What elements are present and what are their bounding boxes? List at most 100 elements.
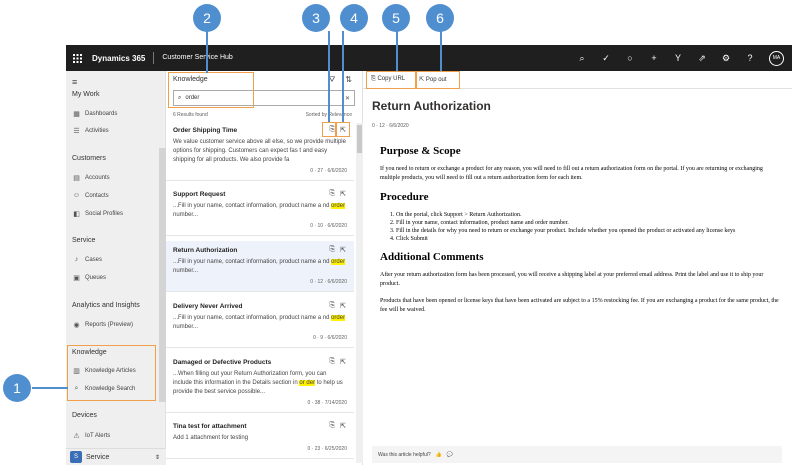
area-switcher[interactable]: S Service ⇕	[66, 448, 166, 465]
brand-name[interactable]: Dynamics 365	[88, 54, 153, 63]
result-meta: 0 · 12 · 6/6/2020	[310, 279, 347, 285]
popout-icon[interactable]: ⇱	[340, 302, 346, 310]
top-icons: ⌕ ✓ ○ + Y ⇗ ⚙ ? MA	[577, 50, 792, 66]
lightbulb-icon[interactable]: ○	[625, 53, 635, 63]
avatar[interactable]: MA	[769, 50, 784, 66]
result-title: Order Shipping Time	[173, 127, 238, 134]
comment-icon[interactable]: 💬	[447, 452, 453, 458]
sitemap-sidebar: ≡ My Work ▦ Dashboards ☰ Activities Custom…	[66, 71, 166, 465]
result-snippet: ...When filling out your Return Authoriz…	[173, 371, 343, 395]
filter-icon[interactable]: ⛛	[329, 75, 336, 85]
list-item-selected[interactable]: Return Authorization ⎘ ⇱ ...Fill in your …	[166, 241, 354, 292]
result-meta: 0 · 10 · 6/6/2020	[310, 223, 347, 229]
step: On the portal, click Support > Return Au…	[396, 211, 780, 219]
helpful-label: Was this article helpful?	[378, 451, 431, 458]
activities-icon: ☰	[73, 128, 80, 135]
callout-6: 6	[426, 4, 454, 32]
highlight-box-copy-link	[322, 122, 336, 137]
copy-link-icon[interactable]: ⎘	[330, 422, 336, 430]
copy-link-icon[interactable]: ⎘	[330, 246, 336, 254]
result-title: Damaged or Defective Products	[173, 359, 272, 366]
section-devices: Devices	[72, 412, 97, 419]
help-icon[interactable]: ?	[745, 53, 755, 63]
copy-link-icon[interactable]: ⎘	[330, 190, 336, 198]
filter-icon[interactable]: Y	[673, 53, 683, 63]
popout-icon[interactable]: ⇱	[340, 190, 346, 198]
callout-4: 4	[340, 4, 368, 32]
copy-link-icon[interactable]: ⎘	[330, 358, 336, 366]
app-launcher-icon[interactable]	[66, 45, 88, 71]
settings-icon[interactable]: ⚙	[721, 53, 731, 64]
app-name[interactable]: Customer Service Hub	[153, 52, 233, 64]
thumbs-up-icon[interactable]: 👍	[436, 452, 442, 458]
copy-link-icon[interactable]: ⎘	[330, 302, 336, 310]
sidebar-item-iot-alerts[interactable]: ⚠ IoT Alerts	[72, 432, 110, 440]
step: Fill in the details for why you need to …	[396, 227, 780, 235]
sidebar-item-accounts[interactable]: ▤ Accounts	[72, 174, 110, 182]
list-item[interactable]: Support Request ⎘ ⇱ ...Fill in your name,…	[166, 185, 354, 236]
callout-line	[206, 31, 208, 73]
search-icon[interactable]: ⌕	[577, 53, 587, 64]
callout-line	[396, 31, 398, 71]
sidebar-item-dashboards[interactable]: ▦ Dashboards	[72, 110, 117, 118]
sort-icon[interactable]: ⇅	[345, 75, 352, 85]
results-scrollbar[interactable]	[356, 123, 363, 463]
sidebar-item-reports[interactable]: ◉ Reports (Preview)	[72, 321, 133, 329]
callout-line	[440, 31, 442, 71]
sidebar-item-social-profiles[interactable]: ◧ Social Profiles	[72, 210, 123, 218]
result-meta: 0 · 9 · 6/6/2020	[313, 335, 347, 341]
panel-tools: ⛛ ⇅	[329, 75, 352, 85]
step: Click Submit	[396, 235, 780, 243]
sidebar-item-cases[interactable]: ♪ Cases	[72, 256, 102, 263]
result-title: Tina test for attachment	[173, 423, 247, 430]
dashboard-icon: ▦	[73, 111, 80, 118]
social-icon: ◧	[73, 211, 80, 218]
sidebar-item-contacts[interactable]: ☺ Contacts	[72, 192, 109, 199]
reports-icon: ◉	[73, 322, 80, 329]
paragraph-comments-2: Products that have been opened or licens…	[380, 298, 779, 313]
result-title: Delivery Never Arrived	[173, 303, 243, 310]
section-analytics: Analytics and Insights	[72, 302, 140, 309]
result-meta: 0 · 38 · 7/14/2020	[307, 400, 347, 406]
scrollbar-thumb[interactable]	[357, 125, 362, 153]
popout-icon[interactable]: ⇱	[340, 358, 346, 366]
iot-icon: ⚠	[73, 433, 80, 440]
assistant-icon[interactable]: ⇗	[697, 53, 707, 64]
callout-1: 1	[3, 374, 31, 402]
task-icon[interactable]: ✓	[601, 53, 611, 64]
callout-line	[342, 31, 344, 122]
results-list: Order Shipping Time ⎘ ⇱ We value customer…	[166, 121, 356, 461]
list-item[interactable]: Damaged or Defective Products ⎘ ⇱ ...When…	[166, 353, 354, 413]
sidebar-scrollbar[interactable]	[159, 148, 166, 402]
result-snippet: ...Fill in your name, contact informatio…	[173, 259, 346, 274]
article-title: Return Authorization	[372, 99, 491, 113]
callout-3: 3	[302, 4, 330, 32]
section-my-work: My Work	[72, 91, 100, 98]
result-title: Return Authorization	[173, 247, 238, 254]
article-meta: 0 · 12 · 6/6/2020	[372, 123, 409, 129]
cases-icon: ♪	[74, 256, 79, 263]
hamburger-icon[interactable]: ≡	[72, 77, 77, 87]
list-item[interactable]: Tina test for attachment ⎘ ⇱ Add 1 attach…	[166, 417, 354, 459]
paragraph-comments-1: After your return authorization form has…	[380, 272, 764, 287]
result-meta: 0 · 27 · 6/6/2020	[310, 168, 347, 174]
result-meta: 0 · 23 · 6/25/2020	[307, 446, 347, 452]
list-item[interactable]: Delivery Never Arrived ⎘ ⇱ ...Fill in you…	[166, 297, 354, 348]
callout-5: 5	[382, 4, 410, 32]
paragraph-purpose: If you need to return or exchange a prod…	[380, 166, 763, 181]
chevron-updown-icon: ⇕	[154, 454, 160, 461]
top-nav-bar: Dynamics 365 Customer Service Hub ⌕ ✓ ○ …	[66, 45, 792, 71]
area-label: Service	[86, 453, 110, 461]
popout-icon[interactable]: ⇱	[340, 422, 346, 430]
highlight-box-popout	[336, 122, 350, 137]
sidebar-item-queues[interactable]: ▣ Queues	[72, 274, 106, 282]
popout-icon[interactable]: ⇱	[340, 246, 346, 254]
highlight-box-pop-out	[416, 71, 460, 89]
plus-icon[interactable]: +	[649, 53, 659, 63]
callout-2: 2	[193, 4, 221, 32]
queues-icon: ▣	[73, 275, 80, 282]
clear-icon[interactable]: ✕	[345, 95, 350, 102]
heading-purpose: Purpose & Scope	[380, 145, 461, 157]
area-badge: S	[70, 451, 82, 463]
sidebar-item-activities[interactable]: ☰ Activities	[72, 127, 108, 135]
